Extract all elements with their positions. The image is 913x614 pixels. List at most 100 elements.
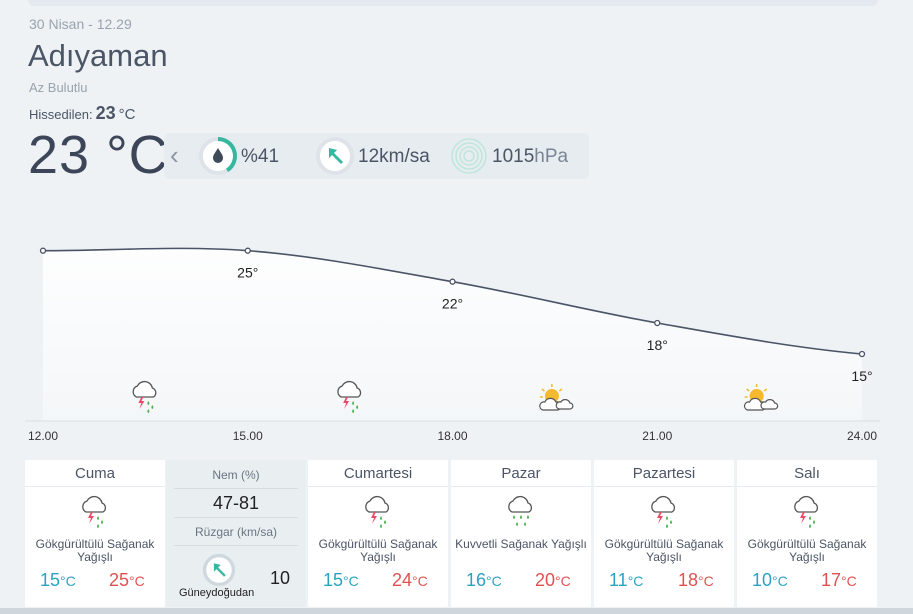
today-detail-panel: Nem (%) 47-81 Rüzgar (km/sa) 10 Güneydoğ…	[166, 460, 306, 607]
high-value: 18	[678, 570, 699, 590]
forecast-day: Pazartesi	[632, 465, 696, 482]
city-name: Adıyaman	[28, 38, 168, 73]
low-unit: °C	[772, 573, 788, 589]
x-tick-label: 21.00	[642, 429, 672, 443]
temperature-point	[39, 247, 47, 254]
thunderstorm-rain-icon	[794, 495, 819, 529]
top-bar	[28, 0, 878, 6]
divider	[308, 486, 448, 487]
pressure-unit: hPa	[534, 146, 569, 167]
divider	[174, 545, 298, 546]
date-time: 30 Nisan - 12.29	[29, 16, 132, 32]
wind-speed-value: 12	[358, 146, 380, 167]
forecast-description: Gökgürültülü Sağanak Yağışlı	[604, 537, 724, 564]
humidity-icon	[199, 137, 237, 175]
forecast-card-pazar[interactable]: Pazar Kuvvetli Sağanak Yağışlı 16°C 20°C	[451, 460, 591, 607]
feels-like-value: 23	[95, 103, 116, 123]
high-unit: °C	[555, 573, 571, 589]
thunderstorm-rain-icon	[651, 495, 676, 529]
low-unit: °C	[343, 573, 359, 589]
thunderstorm-rain-icon	[82, 495, 107, 529]
current-stats-panel: ‹ %41 12km/sa 1015hPa	[164, 133, 589, 179]
forecast-high: 20°C	[535, 570, 571, 591]
temperature-label: 25°	[237, 265, 258, 281]
forecast-high: 24°C	[392, 570, 428, 591]
divider	[737, 486, 877, 487]
forecast-card-pazartesi[interactable]: Pazartesi Gökgürültülü Sağanak Yağışlı 1…	[594, 460, 734, 607]
divider	[25, 486, 165, 487]
forecast-day: Pazar	[501, 465, 541, 482]
low-unit: °C	[486, 573, 502, 589]
x-tick-label: 12.00	[28, 429, 58, 443]
divider	[174, 517, 298, 518]
temperature-label: 18°	[647, 337, 668, 353]
x-tick-label: 18.00	[437, 429, 467, 443]
divider	[594, 486, 734, 487]
pressure: 1015hPa	[492, 146, 568, 168]
forecast-high: 25°C	[109, 570, 145, 591]
low-value: 15	[40, 570, 61, 590]
humidity-value: %41	[241, 146, 280, 167]
temperature-label: 22°	[442, 296, 463, 312]
high-unit: °C	[129, 573, 145, 589]
thunderstorm-rain-icon	[365, 495, 390, 529]
temperature-point	[858, 350, 866, 358]
current-condition: Az Bulutlu	[29, 80, 88, 95]
low-value: 16	[466, 570, 487, 590]
bottom-bar	[0, 608, 913, 614]
forecast-description: Gökgürültülü Sağanak Yağışlı	[747, 537, 867, 564]
wind-label: Rüzgar (km/sa)	[194, 525, 277, 539]
chevron-left-icon[interactable]: ‹	[170, 142, 179, 168]
divider	[174, 488, 298, 489]
x-tick-label: 24.00	[847, 429, 877, 443]
temperature-point	[654, 319, 661, 327]
forecast-low: 15°C	[40, 570, 76, 591]
forecast-description: Gökgürültülü Sağanak Yağışlı	[318, 537, 438, 564]
forecast-card-cumartesi[interactable]: Cumartesi Gökgürültülü Sağanak Yağışlı 1…	[308, 460, 448, 607]
low-unit: °C	[60, 573, 76, 589]
high-value: 25	[109, 570, 130, 590]
wind-speed-value: 10	[270, 568, 291, 588]
temperature-point	[449, 278, 456, 285]
forecast-day: Salı	[794, 465, 820, 482]
high-unit: °C	[698, 573, 714, 589]
wind-speed: 12km/sa	[358, 146, 430, 168]
temperature-label: 15°	[851, 368, 872, 384]
forecast-low: 11°C	[609, 570, 643, 591]
heavy-rain-icon	[508, 495, 533, 527]
high-value: 17	[821, 570, 842, 590]
wind-direction-icon	[202, 553, 236, 587]
feels-like: Hissedilen: 23 °C	[29, 103, 135, 124]
low-value: 15	[323, 570, 344, 590]
x-tick-label: 15.00	[233, 429, 263, 443]
high-value: 20	[535, 570, 556, 590]
high-unit: °C	[412, 573, 428, 589]
humidity-label: Nem (%)	[212, 468, 260, 482]
high-value: 24	[392, 570, 413, 590]
low-value: 11	[609, 570, 628, 590]
low-value: 10	[752, 570, 773, 590]
forecast-low: 10°C	[752, 570, 788, 591]
divider	[451, 486, 591, 487]
forecast-day: Cumartesi	[343, 465, 413, 482]
wind-speed-unit: km/sa	[379, 146, 430, 167]
forecast-day: Cuma	[74, 465, 115, 482]
forecast-card-sali[interactable]: Salı Gökgürültülü Sağanak Yağışlı 10°C 1…	[737, 460, 877, 607]
forecast-low: 16°C	[466, 570, 502, 591]
feels-like-label: Hissedilen:	[29, 107, 93, 122]
wind-direction-text: Güneydoğudan	[179, 587, 255, 599]
low-unit: °C	[627, 573, 644, 589]
forecast-description: Gökgürültülü Sağanak Yağışlı	[35, 537, 155, 564]
hourly-temperature-chart: 12.00 25° 15.00 22° 18.00 18° 21.00 15° 24.00	[25, 247, 880, 443]
temperature-area	[43, 248, 862, 421]
wind-direction-icon	[316, 137, 354, 175]
pressure-icon	[451, 138, 487, 174]
forecast-high: 18°C	[678, 570, 714, 591]
forecast-description: Kuvvetli Sağanak Yağışlı	[455, 537, 587, 551]
current-temperature: 23 °C	[28, 125, 169, 185]
temperature-point	[244, 247, 251, 254]
pressure-value: 1015	[492, 146, 535, 167]
humidity-range: 47-81	[212, 493, 260, 513]
forecast-card-cuma[interactable]: Cuma Gökgürültülü Sağanak Yağışlı 15°C 2…	[25, 460, 165, 607]
forecast-low: 15°C	[323, 570, 359, 591]
